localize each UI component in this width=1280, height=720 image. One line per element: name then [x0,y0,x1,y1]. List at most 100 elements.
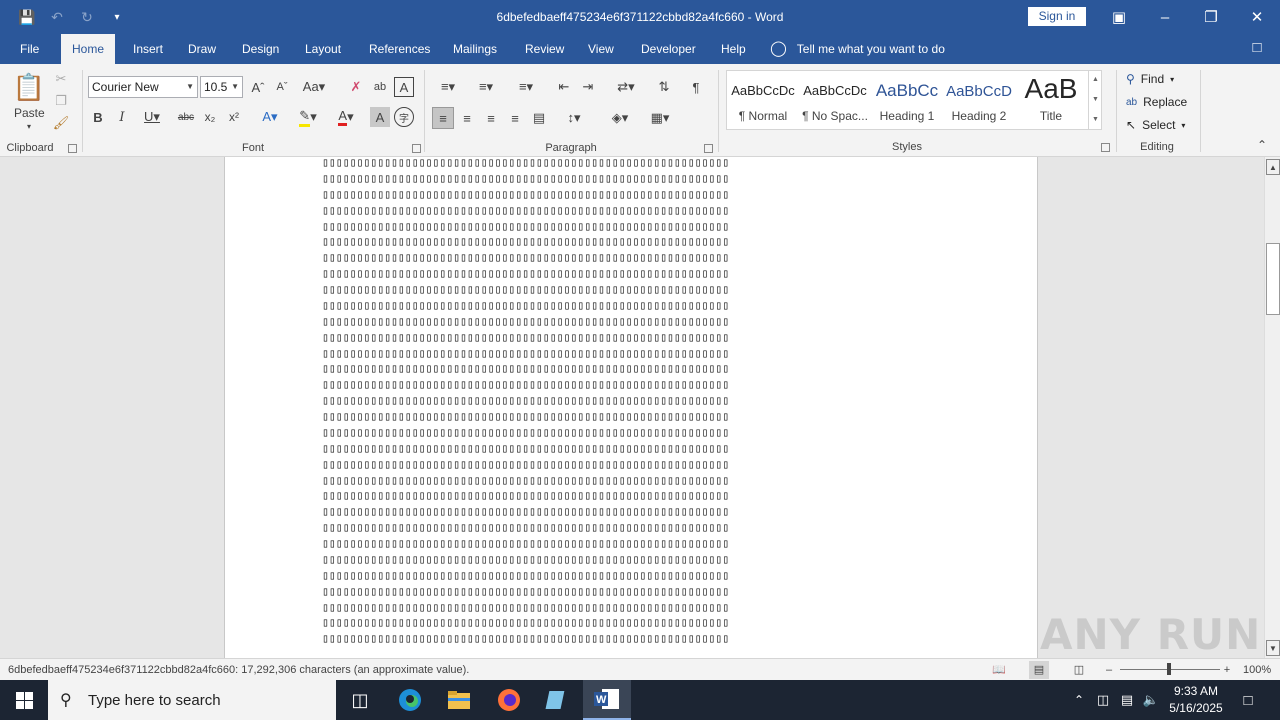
paste-icon[interactable]: 📋 [12,70,46,104]
font-size-combo[interactable]: 10.5 ▼ [200,76,243,98]
font-color-icon[interactable]: A ▾ [330,107,362,127]
zoom-slider-thumb[interactable] [1167,663,1171,675]
ribbon-display-options-icon[interactable]: ▣ [1096,0,1142,34]
character-border-icon[interactable]: A [394,77,414,97]
paste-button[interactable]: Paste [14,106,45,120]
edge-icon[interactable] [386,680,434,720]
file-explorer-icon[interactable] [435,680,483,720]
read-mode-icon[interactable]: 📖 [989,661,1009,679]
font-name-dropdown-icon[interactable]: ▼ [186,77,194,97]
format-painter-icon[interactable]: 🖌 [52,114,70,132]
replace-button[interactable]: ab Replace [1126,92,1187,112]
close-icon[interactable]: ✕ [1234,0,1280,34]
select-button[interactable]: ↖ Select ▾ [1126,115,1185,135]
strikethrough-icon[interactable]: abc [176,107,196,127]
save-icon[interactable]: 💾 [14,6,40,28]
word-taskbar-icon[interactable]: W [583,680,631,720]
security-icon[interactable]: ◫ [1092,680,1114,720]
vertical-scrollbar[interactable]: ▲ ▼ [1264,157,1280,658]
styles-more-icon[interactable]: ▼ [1089,110,1102,130]
clipboard-launcher-icon[interactable] [68,144,77,153]
find-button[interactable]: ⚲ Find ▾ [1126,69,1174,89]
distributed-icon[interactable]: ▤ [528,107,550,129]
align-right-icon[interactable]: ≡ [480,107,502,129]
taskbar-search[interactable]: ⚲ Type here to search [48,680,336,720]
copy-icon[interactable]: ❐ [52,92,70,110]
tab-mailings[interactable]: Mailings [442,34,508,64]
styles-launcher-icon[interactable] [1101,143,1110,152]
styles-up-icon[interactable]: ▲ [1089,70,1102,90]
phonetic-guide-icon[interactable]: ab [370,77,390,97]
scroll-down-icon[interactable]: ▼ [1266,640,1280,656]
tab-help[interactable]: Help [710,34,757,64]
multilevel-list-icon[interactable]: ≡▾ [510,77,542,97]
zoom-in-icon[interactable]: + [1217,661,1237,679]
volume-icon[interactable]: 🔈 [1140,680,1162,720]
paste-dropdown-icon[interactable]: ▾ [24,122,34,131]
align-left-icon[interactable]: ≡ [432,107,454,129]
text-highlight-icon[interactable]: ✎ ▾ [292,107,324,127]
font-name-combo[interactable]: Courier New ▼ [88,76,198,98]
scroll-thumb[interactable] [1266,243,1280,315]
change-case-icon[interactable]: Aa▾ [300,77,328,97]
paragraph-launcher-icon[interactable] [704,144,713,153]
character-shading-icon[interactable]: A [370,107,390,127]
print-layout-icon[interactable]: ▤ [1029,661,1049,679]
shrink-font-icon[interactable]: Aˇ [272,77,292,97]
line-spacing-icon[interactable]: ↕▾ [558,107,590,129]
tab-layout[interactable]: Layout [294,34,352,64]
firefox-icon[interactable] [485,680,533,720]
tab-view[interactable]: View [577,34,625,64]
tab-developer[interactable]: Developer [630,34,707,64]
style-heading-1[interactable]: AaBbCc Heading 1 [871,71,943,129]
center-icon[interactable]: ≡ [456,107,478,129]
style-title[interactable]: AaB Title [1015,71,1087,129]
justify-icon[interactable]: ≡ [504,107,526,129]
enclose-characters-icon[interactable]: 字 [394,107,414,127]
document-page[interactable]: ▯▯▯▯▯▯▯▯▯▯▯▯▯▯▯▯▯▯▯▯▯▯▯▯▯▯▯▯▯▯▯▯▯▯▯▯▯▯▯▯… [224,157,1038,658]
bullets-icon[interactable]: ≡▾ [432,77,464,97]
web-layout-icon[interactable]: ◫ [1069,661,1089,679]
task-view-icon[interactable]: ◫ [336,680,384,720]
redo-icon[interactable]: ↻ [74,6,100,28]
decrease-indent-icon[interactable]: ⇤ [554,77,574,97]
font-launcher-icon[interactable] [412,144,421,153]
numbering-icon[interactable]: ≡▾ [470,77,502,97]
tab-review[interactable]: Review [514,34,575,64]
restore-icon[interactable]: ❐ [1188,0,1234,34]
increase-indent-icon[interactable]: ⇥ [578,77,598,97]
borders-icon[interactable]: ▦▾ [644,107,676,129]
show-hidden-icons-icon[interactable]: ⌃ [1068,680,1090,720]
style-no-spacing[interactable]: AaBbCcDc ¶ No Spac... [799,71,871,129]
customize-qat-icon[interactable]: ▾ [104,6,130,28]
clock[interactable]: 9:33 AM 5/16/2025 [1160,683,1232,717]
font-size-dropdown-icon[interactable]: ▼ [231,77,239,97]
tab-references[interactable]: References [358,34,441,64]
zoom-level[interactable]: 100% [1243,664,1271,676]
show-formatting-marks-icon[interactable]: ¶ [686,77,706,97]
undo-icon[interactable]: ↶ [44,6,70,28]
tab-file[interactable]: File [9,34,50,64]
tell-me-search[interactable]: ◯ Tell me what you want to do [770,34,945,64]
notifications-icon[interactable]: □ [1236,680,1260,720]
start-button[interactable] [0,680,48,720]
shading-icon[interactable]: ◈▾ [604,107,636,129]
clear-formatting-icon[interactable]: ✗ [346,77,366,97]
subscript-icon[interactable]: x₂ [200,107,220,127]
bold-icon[interactable]: B [90,107,106,127]
style-heading-2[interactable]: AaBbCcD Heading 2 [943,71,1015,129]
scroll-up-icon[interactable]: ▲ [1266,159,1280,175]
tab-draw[interactable]: Draw [177,34,227,64]
superscript-icon[interactable]: x² [224,107,244,127]
tab-design[interactable]: Design [231,34,290,64]
italic-icon[interactable]: I [114,107,130,127]
styles-down-icon[interactable]: ▼ [1089,90,1102,110]
tab-home[interactable]: Home [61,34,116,64]
asian-layout-icon[interactable]: ⇄▾ [610,77,642,97]
network-icon[interactable]: ▤ [1116,680,1138,720]
grow-font-icon[interactable]: Aˆ [248,77,268,97]
sign-in-button[interactable]: Sign in [1028,7,1086,26]
zoom-out-icon[interactable]: – [1099,661,1119,679]
underline-icon[interactable]: U▾ [138,107,166,127]
cut-icon[interactable]: ✂ [52,70,70,88]
